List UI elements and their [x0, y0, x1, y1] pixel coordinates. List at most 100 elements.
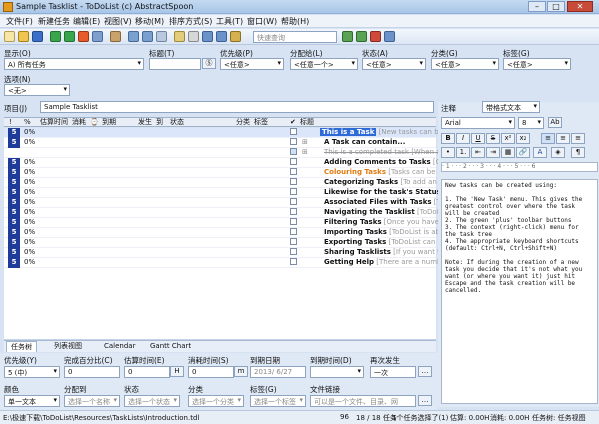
task-row[interactable]: 5 0% Exporting Tasks [ToDoList can expor…	[4, 238, 444, 248]
menu-help[interactable]: 帮助(H)	[281, 16, 309, 27]
recur-input[interactable]: 一次	[370, 366, 416, 378]
menu-edit[interactable]: 编辑(E)	[73, 16, 100, 27]
start-date-input[interactable]: 2013/ 6/27	[250, 366, 306, 378]
col-priority[interactable]: !	[9, 118, 12, 128]
outdent-icon[interactable]: ⇤	[471, 147, 485, 158]
task-title-cell[interactable]: This is a Task [New tasks can be crea	[320, 128, 440, 138]
expand-toggle-icon[interactable]: ⊞	[302, 148, 308, 158]
quick-search-input[interactable]: 快速查询	[253, 31, 337, 43]
new-file-icon[interactable]	[4, 31, 15, 42]
print-icon[interactable]	[156, 31, 167, 42]
category-filter-select[interactable]: <任意>	[431, 58, 499, 70]
numbered-list-icon[interactable]: 1.	[456, 147, 470, 158]
tab-list-view[interactable]: 列表视图	[50, 341, 86, 352]
task-row[interactable]: 5 0% Filtering Tasks [Once you have been	[4, 218, 444, 228]
task-title-cell[interactable]: Filtering Tasks [Once you have been	[324, 218, 444, 228]
font-size-select[interactable]: 8	[518, 117, 544, 129]
task-title-cell[interactable]: This is a completed task [When a task is	[324, 148, 444, 158]
superscript-icon[interactable]: x²	[501, 133, 515, 144]
paragraph-icon[interactable]: ¶	[571, 147, 585, 158]
tab-calendar[interactable]: Calendar	[100, 341, 139, 352]
col-spent[interactable]: 消耗	[72, 118, 86, 128]
search-prev-icon[interactable]	[342, 31, 353, 42]
task-title-cell[interactable]: Sharing Tasklists [If you want to coll	[324, 248, 444, 258]
font-select[interactable]: Arial	[441, 117, 515, 129]
delete-icon[interactable]	[188, 31, 199, 42]
done-checkbox[interactable]	[290, 158, 297, 165]
align-center-icon[interactable]: ≡	[556, 133, 570, 144]
task-row[interactable]: 5 0% Likewise for the task's Status, All…	[4, 188, 444, 198]
task-title-cell[interactable]: Exporting Tasks [ToDoList can export	[324, 238, 444, 248]
title-filter-options-button[interactable]: Ⓢ	[202, 58, 216, 69]
menu-view[interactable]: 视图(V)	[104, 16, 132, 27]
indent-icon[interactable]: ⇥	[486, 147, 500, 158]
color-select[interactable]: 单一文本	[4, 395, 60, 407]
tags-select[interactable]: 选择一个标签	[250, 395, 306, 407]
add-task-icon[interactable]	[50, 31, 61, 42]
priority-select[interactable]: 5 (中)	[4, 366, 60, 378]
menu-tools[interactable]: 工具(T)	[216, 16, 243, 27]
task-grid-empty-area[interactable]	[4, 268, 436, 340]
spent-input[interactable]: 0	[188, 366, 234, 378]
done-checkbox[interactable]	[290, 138, 297, 145]
assigned-select[interactable]: 选择一个名称	[64, 395, 120, 407]
task-row[interactable]: 5 0% ⊞ A Task can contain...	[4, 138, 436, 148]
due-time-select[interactable]	[310, 366, 364, 378]
category-select[interactable]: 选择一个分类	[188, 395, 244, 407]
move-up-icon[interactable]	[128, 31, 139, 42]
task-title-cell[interactable]: Getting Help [There are a number of	[324, 258, 444, 268]
menu-sort[interactable]: 排序方式(S)	[169, 16, 212, 27]
add-subtask-icon[interactable]	[64, 31, 75, 42]
menu-window[interactable]: 窗口(W)	[247, 16, 277, 27]
col-tags[interactable]: 标签	[254, 118, 268, 128]
task-title-cell[interactable]: Navigating the Tasklist [ToDoList can	[324, 208, 444, 218]
recur-options-button[interactable]: …	[418, 366, 432, 377]
spent-unit-button[interactable]: m	[234, 366, 248, 377]
task-row[interactable]: ⊞ This is a completed task [When a task …	[4, 148, 444, 158]
done-checkbox[interactable]	[290, 258, 297, 265]
tags-filter-select[interactable]: <任意>	[503, 58, 571, 70]
estimate-unit-button[interactable]: H	[170, 366, 184, 377]
task-title-cell[interactable]: A Task can contain...	[324, 138, 444, 148]
browse-file-button[interactable]: …	[418, 395, 432, 406]
status-select[interactable]: 选择一个状态	[124, 395, 180, 407]
tab-task-tree[interactable]: 任务树	[6, 341, 37, 352]
align-right-icon[interactable]: ≡	[571, 133, 585, 144]
notes-format-select[interactable]: 带格式文本	[482, 101, 540, 113]
title-filter-input[interactable]	[149, 58, 201, 70]
expand-toggle-icon[interactable]: ⊞	[302, 138, 308, 148]
col-category[interactable]: 分类	[236, 118, 250, 128]
status-filter-select[interactable]: <任意>	[362, 58, 426, 70]
done-checkbox[interactable]	[290, 178, 297, 185]
bullet-list-icon[interactable]: •	[441, 147, 455, 158]
done-checkbox[interactable]	[290, 168, 297, 175]
done-checkbox[interactable]	[290, 208, 297, 215]
task-row[interactable]: 5 0% Importing Tasks [ToDoList is able t…	[4, 228, 444, 238]
find-icon[interactable]	[174, 31, 185, 42]
task-row[interactable]: 5 0% Adding Comments to Tasks [Comme	[4, 158, 444, 168]
done-checkbox[interactable]	[290, 238, 297, 245]
col-clock[interactable]: ⌚	[90, 118, 99, 128]
task-title-cell[interactable]: Associated Files with Tasks [The Fil	[324, 198, 444, 208]
task-row[interactable]: 5 0% This is a Task [New tasks can be cr…	[4, 128, 440, 138]
col-status[interactable]: 状态	[170, 118, 184, 128]
task-title-cell[interactable]: Categorizing Tasks [To add an catego	[324, 178, 444, 188]
open-folder-icon[interactable]	[18, 31, 29, 42]
col-recur[interactable]: 发生	[138, 118, 152, 128]
save-icon[interactable]	[32, 31, 43, 42]
done-checkbox[interactable]	[290, 248, 297, 255]
project-name-input[interactable]: Sample Tasklist	[40, 101, 434, 113]
edit-icon[interactable]	[78, 31, 89, 42]
col-estimate[interactable]: 估算时间	[40, 118, 68, 128]
tab-gantt-chart[interactable]: Gantt Chart	[146, 341, 195, 352]
subscript-icon[interactable]: x₂	[516, 133, 530, 144]
task-row[interactable]: 5 0% Getting Help [There are a number of	[4, 258, 444, 268]
task-title-cell[interactable]: Colouring Tasks [Tasks can be colou	[324, 168, 444, 178]
col-due[interactable]: 到期	[102, 118, 116, 128]
bold-icon[interactable]: B	[441, 133, 455, 144]
task-row[interactable]: 5 0% Navigating the Tasklist [ToDoList c…	[4, 208, 444, 218]
minimize-button[interactable]: –	[528, 1, 546, 12]
done-checkbox[interactable]	[290, 128, 297, 135]
task-title-cell[interactable]: Importing Tasks [ToDoList is able to im	[324, 228, 444, 238]
file-link-input[interactable]: 可以是一个文件、目录、网	[310, 395, 416, 407]
